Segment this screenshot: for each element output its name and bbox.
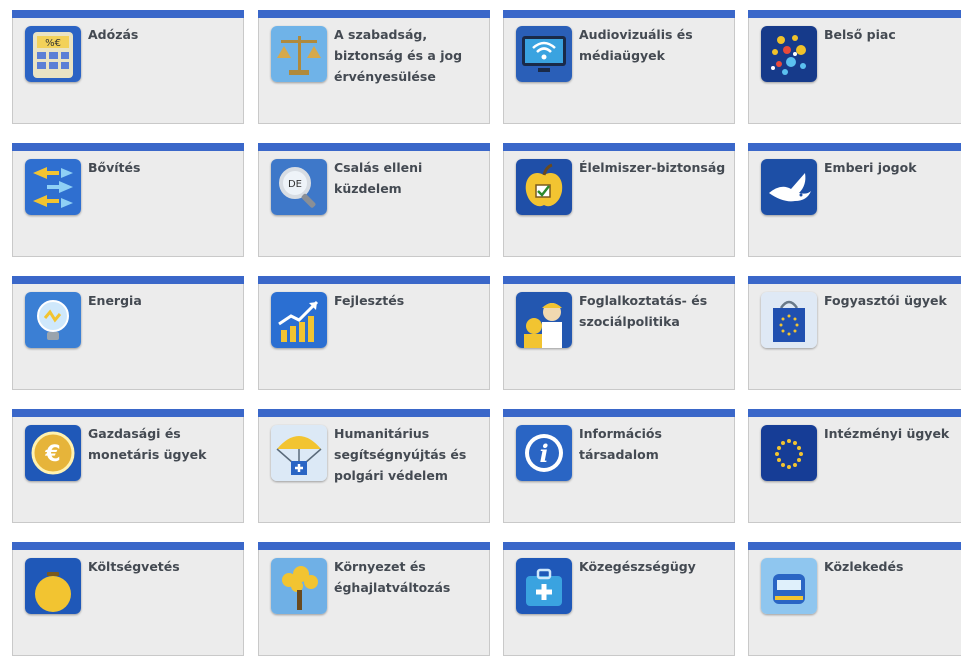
svg-text:i: i bbox=[539, 439, 548, 468]
tile-label: Közegészségügy bbox=[579, 559, 696, 574]
tile-top-bar bbox=[748, 409, 961, 417]
tile-top-bar bbox=[258, 143, 490, 151]
tile-label: Fogyasztói ügyek bbox=[824, 293, 947, 308]
svg-text:%€: %€ bbox=[45, 38, 61, 49]
tile-fejlesztes[interactable]: Fejlesztés bbox=[258, 276, 490, 390]
train-icon bbox=[761, 558, 817, 614]
calculator-icon: %€ bbox=[25, 26, 81, 82]
tile-top-bar bbox=[503, 143, 735, 151]
tile-label: Belső piac bbox=[824, 27, 896, 42]
piggy-bank-icon bbox=[25, 558, 81, 614]
tile-intezmenyi[interactable]: Intézményi ügyek bbox=[748, 409, 961, 523]
tile-top-bar bbox=[503, 542, 735, 550]
tile-kozlekedes[interactable]: Közlekedés bbox=[748, 542, 961, 656]
tile-label: Energia bbox=[88, 293, 142, 308]
tile-label: Közlekedés bbox=[824, 559, 904, 574]
tile-label: Emberi jogok bbox=[824, 160, 917, 175]
tile-audiovizualis[interactable]: Audiovizuális és médiaügyek bbox=[503, 10, 735, 124]
dots-globe-icon bbox=[761, 26, 817, 82]
tile-top-bar bbox=[258, 10, 490, 18]
tile-top-bar bbox=[12, 409, 244, 417]
magnifier-icon: DE bbox=[271, 159, 327, 215]
scales-icon bbox=[271, 26, 327, 82]
parachute-aid-icon bbox=[271, 425, 327, 481]
growth-chart-icon bbox=[271, 292, 327, 348]
tile-top-bar bbox=[12, 143, 244, 151]
tile-top-bar bbox=[503, 409, 735, 417]
tile-szabadsag[interactable]: A szabadság, biztonság és a jog érvényes… bbox=[258, 10, 490, 124]
tile-label: Fejlesztés bbox=[334, 293, 405, 308]
tile-top-bar bbox=[12, 276, 244, 284]
info-icon: i bbox=[516, 425, 572, 481]
lightbulb-icon bbox=[25, 292, 81, 348]
tile-top-bar bbox=[258, 276, 490, 284]
monitor-wifi-icon bbox=[516, 26, 572, 82]
apple-checkbox-icon bbox=[516, 159, 572, 215]
svg-text:€: € bbox=[44, 442, 60, 467]
tile-label: Adózás bbox=[88, 27, 139, 42]
tile-top-bar bbox=[748, 542, 961, 550]
tile-csalas[interactable]: DE Csalás elleni küzdelem bbox=[258, 143, 490, 257]
shopping-bag-icon bbox=[761, 292, 817, 348]
euro-coin-icon: € bbox=[25, 425, 81, 481]
tile-top-bar bbox=[503, 276, 735, 284]
medical-kit-icon bbox=[516, 558, 572, 614]
dove-icon bbox=[761, 159, 817, 215]
tile-adozas[interactable]: %€ Adózás bbox=[12, 10, 244, 124]
tile-label: Gazdasági és monetáris ügyek bbox=[88, 426, 207, 462]
tile-bovites[interactable]: Bővítés bbox=[12, 143, 244, 257]
tile-top-bar bbox=[12, 542, 244, 550]
arrows-icon bbox=[25, 159, 81, 215]
tile-label: Humanitárius segítségnyújtás és polgári … bbox=[334, 426, 467, 483]
tile-top-bar bbox=[748, 10, 961, 18]
svg-text:DE: DE bbox=[288, 179, 302, 190]
tile-belso-piac[interactable]: Belső piac bbox=[748, 10, 961, 124]
tile-top-bar bbox=[748, 276, 961, 284]
tile-label: A szabadság, biztonság és a jog érvényes… bbox=[334, 27, 463, 84]
tile-foglalkoztatas[interactable]: Foglalkoztatás- és szociálpolitika bbox=[503, 276, 735, 390]
tile-top-bar bbox=[258, 542, 490, 550]
tile-koltsegvetes[interactable]: Költségvetés bbox=[12, 542, 244, 656]
tile-label: Költségvetés bbox=[88, 559, 180, 574]
tile-label: Csalás elleni küzdelem bbox=[334, 160, 423, 196]
tile-kornyezet[interactable]: Környezet és éghajlatváltozás bbox=[258, 542, 490, 656]
tile-informacios[interactable]: i Információs társadalom bbox=[503, 409, 735, 523]
tile-fogyasztoi[interactable]: Fogyasztói ügyek bbox=[748, 276, 961, 390]
tile-humanitarius[interactable]: Humanitárius segítségnyújtás és polgári … bbox=[258, 409, 490, 523]
tile-label: Információs társadalom bbox=[579, 426, 662, 462]
tile-energia[interactable]: Energia bbox=[12, 276, 244, 390]
tile-label: Környezet és éghajlatváltozás bbox=[334, 559, 451, 595]
tile-elelmiszer[interactable]: Élelmiszer-biztonság bbox=[503, 143, 735, 257]
tile-label: Foglalkoztatás- és szociálpolitika bbox=[579, 293, 708, 329]
tile-top-bar bbox=[503, 10, 735, 18]
tile-emberi-jogok[interactable]: Emberi jogok bbox=[748, 143, 961, 257]
tile-label: Bővítés bbox=[88, 160, 141, 175]
tile-label: Intézményi ügyek bbox=[824, 426, 950, 441]
tile-gazdasagi[interactable]: € Gazdasági és monetáris ügyek bbox=[12, 409, 244, 523]
workers-icon bbox=[516, 292, 572, 348]
tree-icon bbox=[271, 558, 327, 614]
tile-kozegeszsegugy[interactable]: Közegészségügy bbox=[503, 542, 735, 656]
tile-label: Élelmiszer-biztonság bbox=[579, 160, 726, 175]
tile-label: Audiovizuális és médiaügyek bbox=[579, 27, 693, 63]
tile-top-bar bbox=[748, 143, 961, 151]
tile-top-bar bbox=[12, 10, 244, 18]
tile-top-bar bbox=[258, 409, 490, 417]
eu-flag-icon bbox=[761, 425, 817, 481]
